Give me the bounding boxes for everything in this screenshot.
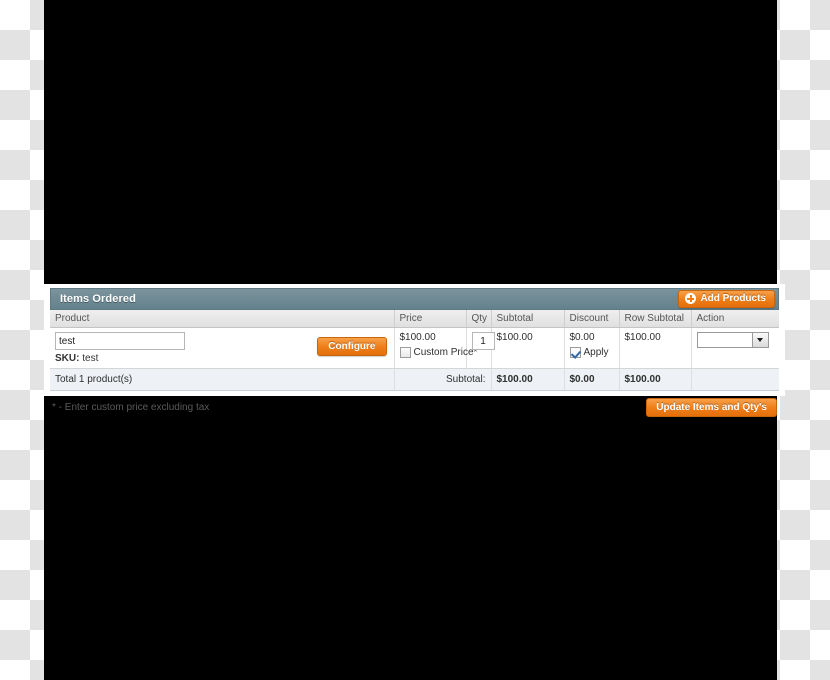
totals-action-empty	[691, 368, 779, 391]
cell-subtotal: $100.00	[491, 327, 565, 369]
product-name-input[interactable]	[55, 332, 185, 350]
apply-discount-checkbox-row[interactable]: Apply	[569, 347, 614, 358]
sku-label: SKU:	[55, 353, 80, 364]
plus-circle-icon	[685, 293, 697, 304]
column-header-row-subtotal[interactable]: Row Subtotal	[619, 310, 692, 328]
cell-price: $100.00 Custom Price*	[394, 327, 477, 369]
totals-subtotal-value: $100.00	[491, 368, 565, 391]
discount-value: $0.00	[569, 332, 595, 343]
items-ordered-panel: Items Ordered Add Products Product Price…	[44, 284, 785, 417]
column-header-product[interactable]: Product	[50, 310, 395, 328]
subtotal-label: Subtotal:	[394, 368, 492, 391]
total-product-count: Total 1 product(s)	[50, 368, 395, 391]
cell-action	[691, 327, 779, 369]
add-products-button[interactable]: Add Products	[678, 290, 775, 308]
custom-price-label: Custom Price*	[413, 347, 478, 358]
cell-product: SKU: test Configure	[50, 327, 395, 369]
table-row: SKU: test Configure $100.00 Custom Price…	[50, 327, 779, 369]
cell-discount: $0.00 Apply	[564, 327, 620, 369]
product-sku: SKU: test	[55, 353, 185, 364]
apply-discount-label: Apply	[583, 347, 609, 358]
chevron-down-icon[interactable]	[751, 333, 768, 347]
totals-discount-value: $0.00	[564, 368, 620, 391]
row-subtotal-value: $100.00	[624, 332, 661, 343]
page-title: Items Ordered	[60, 293, 136, 305]
subtotal-value: $100.00	[496, 332, 533, 343]
column-header-price[interactable]: Price	[394, 310, 467, 328]
panel-header: Items Ordered Add Products	[50, 288, 779, 310]
sku-value: test	[82, 353, 99, 364]
column-header-action[interactable]: Action	[691, 310, 779, 328]
price-value: $100.00	[399, 332, 436, 343]
table-header-row: Product Price Qty Subtotal Discount Row …	[50, 310, 779, 328]
page-root: { "panel": { "title": "Items Ordered", "…	[0, 0, 830, 680]
redacted-region-top	[44, 0, 777, 284]
column-header-subtotal[interactable]: Subtotal	[491, 310, 565, 328]
action-select[interactable]	[696, 332, 769, 348]
totals-row-subtotal-value: $100.00	[619, 368, 692, 391]
column-header-discount[interactable]: Discount	[564, 310, 620, 328]
items-ordered-table: Product Price Qty Subtotal Discount Row …	[50, 310, 779, 391]
qty-input[interactable]	[471, 332, 495, 350]
update-items-and-qtys-button[interactable]: Update Items and Qty's	[646, 397, 777, 417]
add-products-label: Add Products	[700, 293, 766, 304]
custom-price-note: * - Enter custom price excluding tax	[52, 401, 210, 413]
panel-footer: * - Enter custom price excluding tax Upd…	[50, 397, 779, 417]
table-totals-row: Total 1 product(s) Subtotal: $100.00 $0.…	[50, 368, 779, 391]
cell-row-subtotal: $100.00	[619, 327, 692, 369]
configure-button[interactable]: Configure	[317, 337, 387, 356]
custom-price-checkbox-row[interactable]: Custom Price*	[399, 347, 477, 358]
action-select-value[interactable]	[697, 333, 752, 347]
redacted-region-bottom	[44, 396, 777, 680]
apply-discount-checkbox[interactable]	[569, 347, 581, 358]
custom-price-checkbox[interactable]	[399, 347, 411, 358]
column-header-qty[interactable]: Qty	[466, 310, 492, 328]
